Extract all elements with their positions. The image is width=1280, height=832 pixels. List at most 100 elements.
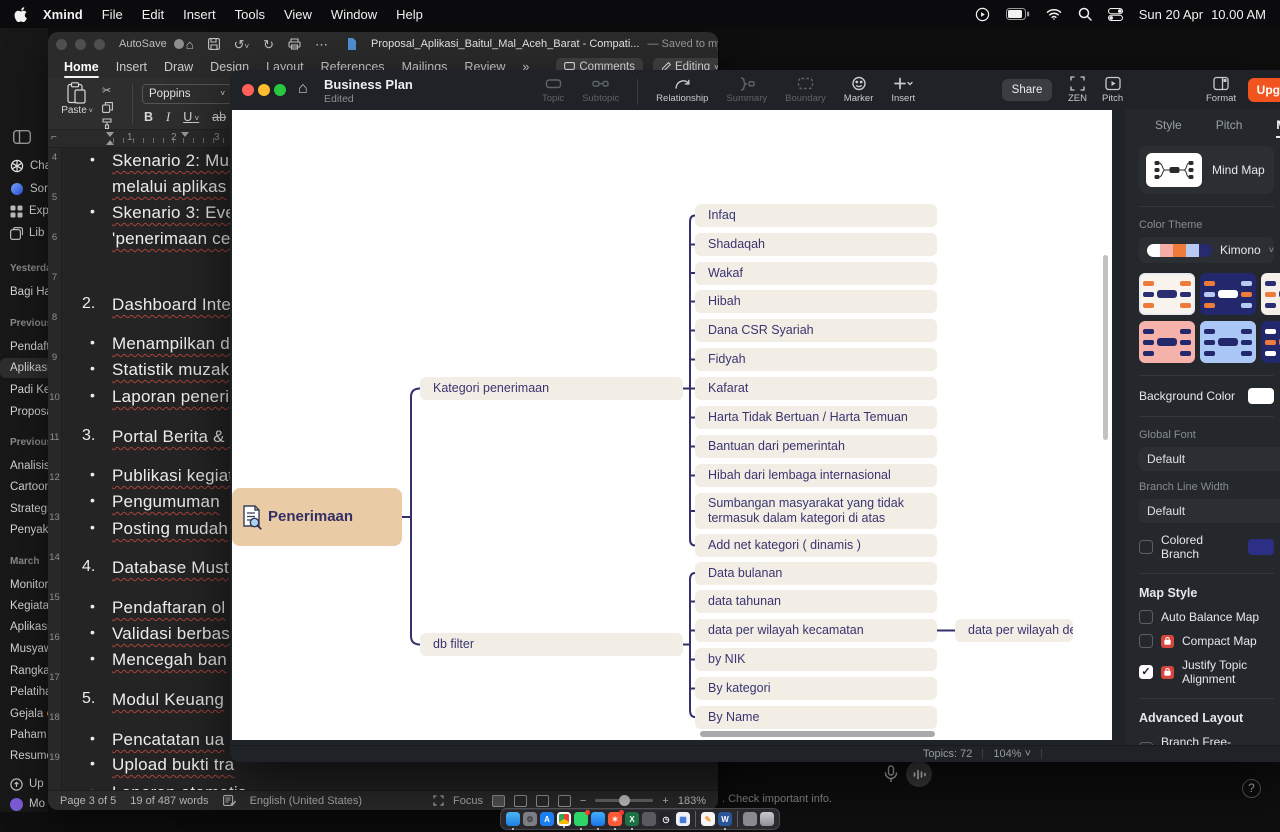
theme-thumbnail[interactable] [1261, 273, 1280, 315]
tab-map[interactable]: Map [1276, 118, 1280, 132]
mindmap-subtopic[interactable]: Data bulanan [695, 562, 937, 585]
canvas-vertical-scrollbar[interactable] [1103, 255, 1108, 440]
document-title[interactable]: Proposal_Aplikasi_Baitul_Mal_Aceh_Barat … [371, 38, 639, 50]
sidebar-chat-item[interactable]: Pelatiha [0, 682, 48, 702]
sidebar-chat-item[interactable]: Analisis [0, 456, 48, 476]
mindmap-subtopic[interactable]: Infaq [695, 204, 937, 227]
menu-edit[interactable]: Edit [142, 7, 164, 22]
sidebar-chat-item[interactable]: Kegiatan [0, 596, 48, 616]
mindmap-topic[interactable]: db filter [420, 633, 683, 656]
mindmap-root-topic[interactable]: Penerimaan [232, 488, 402, 546]
mindmap-subtopic[interactable]: Wakaf [695, 262, 937, 285]
canvas-zoom-level[interactable]: 104% ˅ [993, 748, 1031, 760]
italic-button[interactable]: I [166, 110, 170, 125]
dock-whatsapp-icon[interactable] [574, 812, 588, 826]
home-icon[interactable]: ⌂ [186, 38, 194, 51]
dock-word-icon[interactable]: W [718, 812, 732, 826]
format-panel-button[interactable]: Format [1206, 76, 1236, 104]
dock-clock-icon[interactable]: ◷ [659, 812, 673, 826]
dock-minimized-window[interactable] [743, 812, 757, 826]
tab-draw[interactable]: Draw [164, 56, 193, 78]
redo-icon[interactable]: ↻ [263, 38, 274, 51]
mindmap-subtopic[interactable]: Sumbangan masyarakat yang tidak termasuk… [695, 493, 937, 529]
map-title[interactable]: Business Plan [324, 77, 413, 92]
mindmap-subtopic[interactable]: data per wilayah desa [955, 619, 1073, 642]
apple-menu-icon[interactable] [14, 7, 27, 22]
theme-thumbnail[interactable] [1200, 321, 1256, 363]
close-button[interactable] [242, 84, 254, 96]
zoom-button[interactable] [94, 39, 105, 50]
spotlight-search-icon[interactable] [1078, 7, 1092, 21]
control-center-icon[interactable] [1108, 8, 1123, 21]
sidebar-chat-item[interactable]: Paham A [0, 725, 48, 745]
focus-label[interactable]: Focus [453, 795, 483, 807]
menu-help[interactable]: Help [396, 7, 423, 22]
dock-app-store-icon[interactable]: A [540, 812, 554, 826]
sidebar-chat-item[interactable]: Monitori [0, 575, 48, 595]
structure-card[interactable]: Mind Map [1139, 146, 1274, 194]
upgrade-button[interactable]: Upgrade [1248, 78, 1280, 102]
underline-button[interactable]: U ˅ [183, 110, 199, 125]
dock-settings-icon[interactable]: ⚙ [523, 812, 537, 826]
insert-button[interactable]: Insert [891, 76, 915, 104]
menu-insert[interactable]: Insert [183, 7, 216, 22]
zoom-button[interactable] [274, 84, 286, 96]
topic-button[interactable]: Topic [542, 76, 564, 104]
sidebar-chat-item[interactable]: Pendafta [0, 337, 48, 357]
page-indicator[interactable]: Page 3 of 5 [60, 795, 116, 807]
read-mode-view-button[interactable] [514, 795, 527, 807]
zen-mode-button[interactable]: ZEN [1068, 76, 1087, 104]
marker-button[interactable]: Marker [844, 76, 874, 104]
boundary-button[interactable]: Boundary [785, 76, 826, 104]
theme-thumbnail-selected[interactable] [1139, 273, 1195, 315]
battery-icon[interactable] [1006, 8, 1030, 20]
background-color-swatch[interactable] [1248, 388, 1274, 404]
sidebar-item-sora[interactable]: Sor [0, 179, 48, 199]
dock-photos-icon[interactable]: ✶ [608, 812, 622, 826]
mindmap-subtopic[interactable]: Add net kategori ( dinamis ) [695, 534, 937, 557]
sidebar-chat-item[interactable]: Cartoon [0, 477, 48, 497]
mindmap-subtopic[interactable]: Shadaqah [695, 233, 937, 256]
auto-balance-checkbox[interactable] [1139, 610, 1153, 624]
color-theme-select[interactable]: Kimono ˅ [1139, 237, 1274, 263]
sidebar-chat-item[interactable]: Padi Ken [0, 380, 48, 400]
mindmap-subtopic[interactable]: Bantuan dari pemerintah [695, 435, 937, 458]
tab-insert[interactable]: Insert [116, 56, 147, 78]
sidebar-chat-item[interactable]: Resume [0, 746, 48, 766]
tab-home[interactable]: Home [64, 56, 99, 78]
branch-width-select[interactable]: Default [1139, 499, 1280, 523]
sidebar-chat-item[interactable]: Musyaw [0, 639, 48, 659]
sidebar-chat-item[interactable]: Aplikasi [0, 617, 48, 637]
compact-map-checkbox[interactable] [1139, 634, 1153, 648]
sidebar-chat-item[interactable]: Proposa [0, 402, 48, 422]
menu-window[interactable]: Window [331, 7, 377, 22]
paste-button[interactable]: Paste ˅ [60, 82, 94, 116]
tab-pitch[interactable]: Pitch [1216, 118, 1243, 132]
wifi-icon[interactable] [1046, 8, 1062, 20]
menu-view[interactable]: View [284, 7, 312, 22]
relationship-button[interactable]: Relationship [656, 76, 708, 104]
dock-trash-icon[interactable] [760, 812, 774, 826]
summary-button[interactable]: Summary [726, 76, 767, 104]
sidebar-upgrade-item[interactable]: Up [0, 774, 48, 794]
strikethrough-button[interactable]: ab [212, 110, 226, 125]
tab-stop-selector[interactable]: ⌐ [51, 132, 57, 143]
mindmap-topic[interactable]: Kategori penerimaan [420, 377, 683, 400]
sidebar-toggle-icon[interactable] [13, 130, 31, 144]
focus-icon[interactable] [433, 795, 444, 806]
zoom-percentage[interactable]: 183% [678, 795, 706, 807]
close-button[interactable] [56, 39, 67, 50]
sidebar-item-explore[interactable]: Exp [0, 201, 48, 221]
theme-thumbnail[interactable] [1139, 321, 1195, 363]
font-name-select[interactable]: Poppins˅ [142, 84, 232, 104]
vertical-ruler[interactable]: 4567891011121314151617181920 [48, 148, 62, 790]
copy-icon[interactable] [102, 102, 113, 113]
dock-safari-icon[interactable] [591, 812, 605, 826]
indent-marker[interactable] [106, 140, 114, 145]
pitch-mode-button[interactable]: Pitch [1102, 76, 1123, 104]
share-button[interactable]: Share [1002, 79, 1052, 101]
cut-icon[interactable]: ✂ [102, 84, 113, 97]
spellcheck-icon[interactable] [223, 795, 236, 806]
more-options-icon[interactable]: ⋯ [315, 38, 328, 51]
outline-view-button[interactable] [558, 795, 571, 807]
